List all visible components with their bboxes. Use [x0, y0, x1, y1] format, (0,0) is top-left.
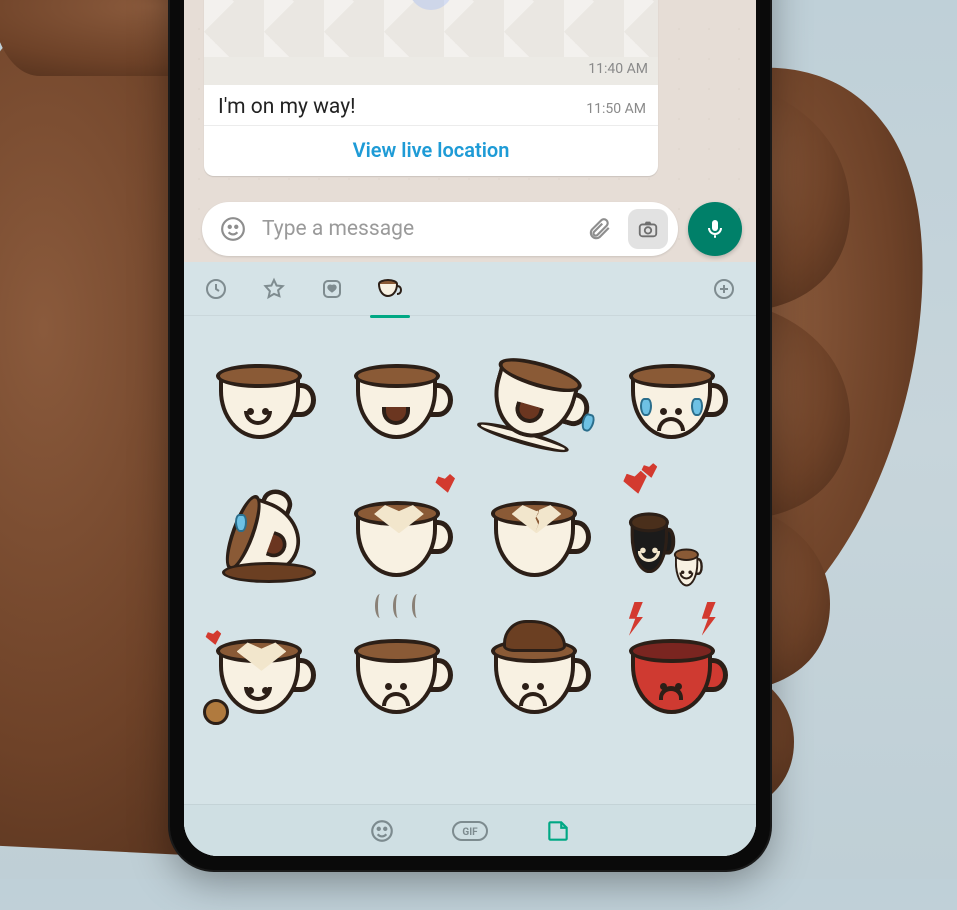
cuppy-pack-tab[interactable]	[372, 271, 408, 307]
sticker-type-tabs: GIF	[184, 804, 756, 856]
location-message-bubble[interactable]: 11:40 AM I'm on my way! 11:50 AM View li…	[204, 0, 658, 176]
sticker-cup-sob-spill[interactable]	[198, 470, 330, 602]
phone-frame: 11:40 AM I'm on my way! 11:50 AM View li…	[170, 0, 770, 870]
sticker-cup-red-angry[interactable]	[611, 607, 743, 739]
sticker-cup-latte-heart[interactable]	[336, 470, 468, 602]
sticker-cup-latte-broken-heart[interactable]	[473, 470, 605, 602]
sticker-cup-sad-steam[interactable]	[336, 607, 468, 739]
message-input-placeholder[interactable]: Type a message	[262, 217, 570, 241]
message-text: I'm on my way!	[218, 95, 356, 119]
cuppy-pack-icon	[376, 278, 404, 300]
message-timestamp: 11:50 AM	[586, 101, 646, 117]
phone-screen: 11:40 AM I'm on my way! 11:50 AM View li…	[184, 0, 756, 856]
favorites-pack-tab[interactable]	[256, 271, 292, 307]
sticker-cup-rofl[interactable]	[473, 332, 605, 464]
view-live-location-link[interactable]: View live location	[204, 126, 658, 176]
camera-icon[interactable]	[628, 209, 668, 249]
sticker-tab[interactable]	[538, 814, 578, 848]
sticker-pack-tabs	[184, 262, 756, 316]
location-map-thumbnail[interactable]	[204, 0, 658, 57]
sticker-cup-splash-dizzy[interactable]	[473, 607, 605, 739]
add-pack-button[interactable]	[706, 271, 742, 307]
message-input-pill[interactable]: Type a message	[202, 202, 678, 256]
spill-puddle	[222, 562, 317, 583]
location-timestamp: 11:40 AM	[204, 57, 658, 85]
sticker-cup-heart-cookie[interactable]	[198, 607, 330, 739]
sticker-cup-laugh[interactable]	[336, 332, 468, 464]
message-input-row: Type a message	[184, 194, 756, 266]
emoji-icon[interactable]	[216, 212, 250, 246]
gif-tab[interactable]: GIF	[450, 814, 490, 848]
emoji-tab[interactable]	[362, 814, 402, 848]
cookie-icon	[203, 699, 229, 725]
chat-area: 11:40 AM I'm on my way! 11:50 AM View li…	[184, 0, 756, 190]
voice-record-button[interactable]	[688, 202, 742, 256]
svg-text:GIF: GIF	[462, 827, 478, 838]
sticker-cup-couple-heart[interactable]	[611, 470, 743, 602]
sticker-cup-cry[interactable]	[611, 332, 743, 464]
sticker-cup-smile[interactable]	[198, 332, 330, 464]
sticker-panel: GIF	[184, 262, 756, 856]
attachment-icon[interactable]	[582, 212, 616, 246]
recent-pack-tab[interactable]	[198, 271, 234, 307]
love-pack-tab[interactable]	[314, 271, 350, 307]
sticker-grid	[184, 316, 756, 856]
